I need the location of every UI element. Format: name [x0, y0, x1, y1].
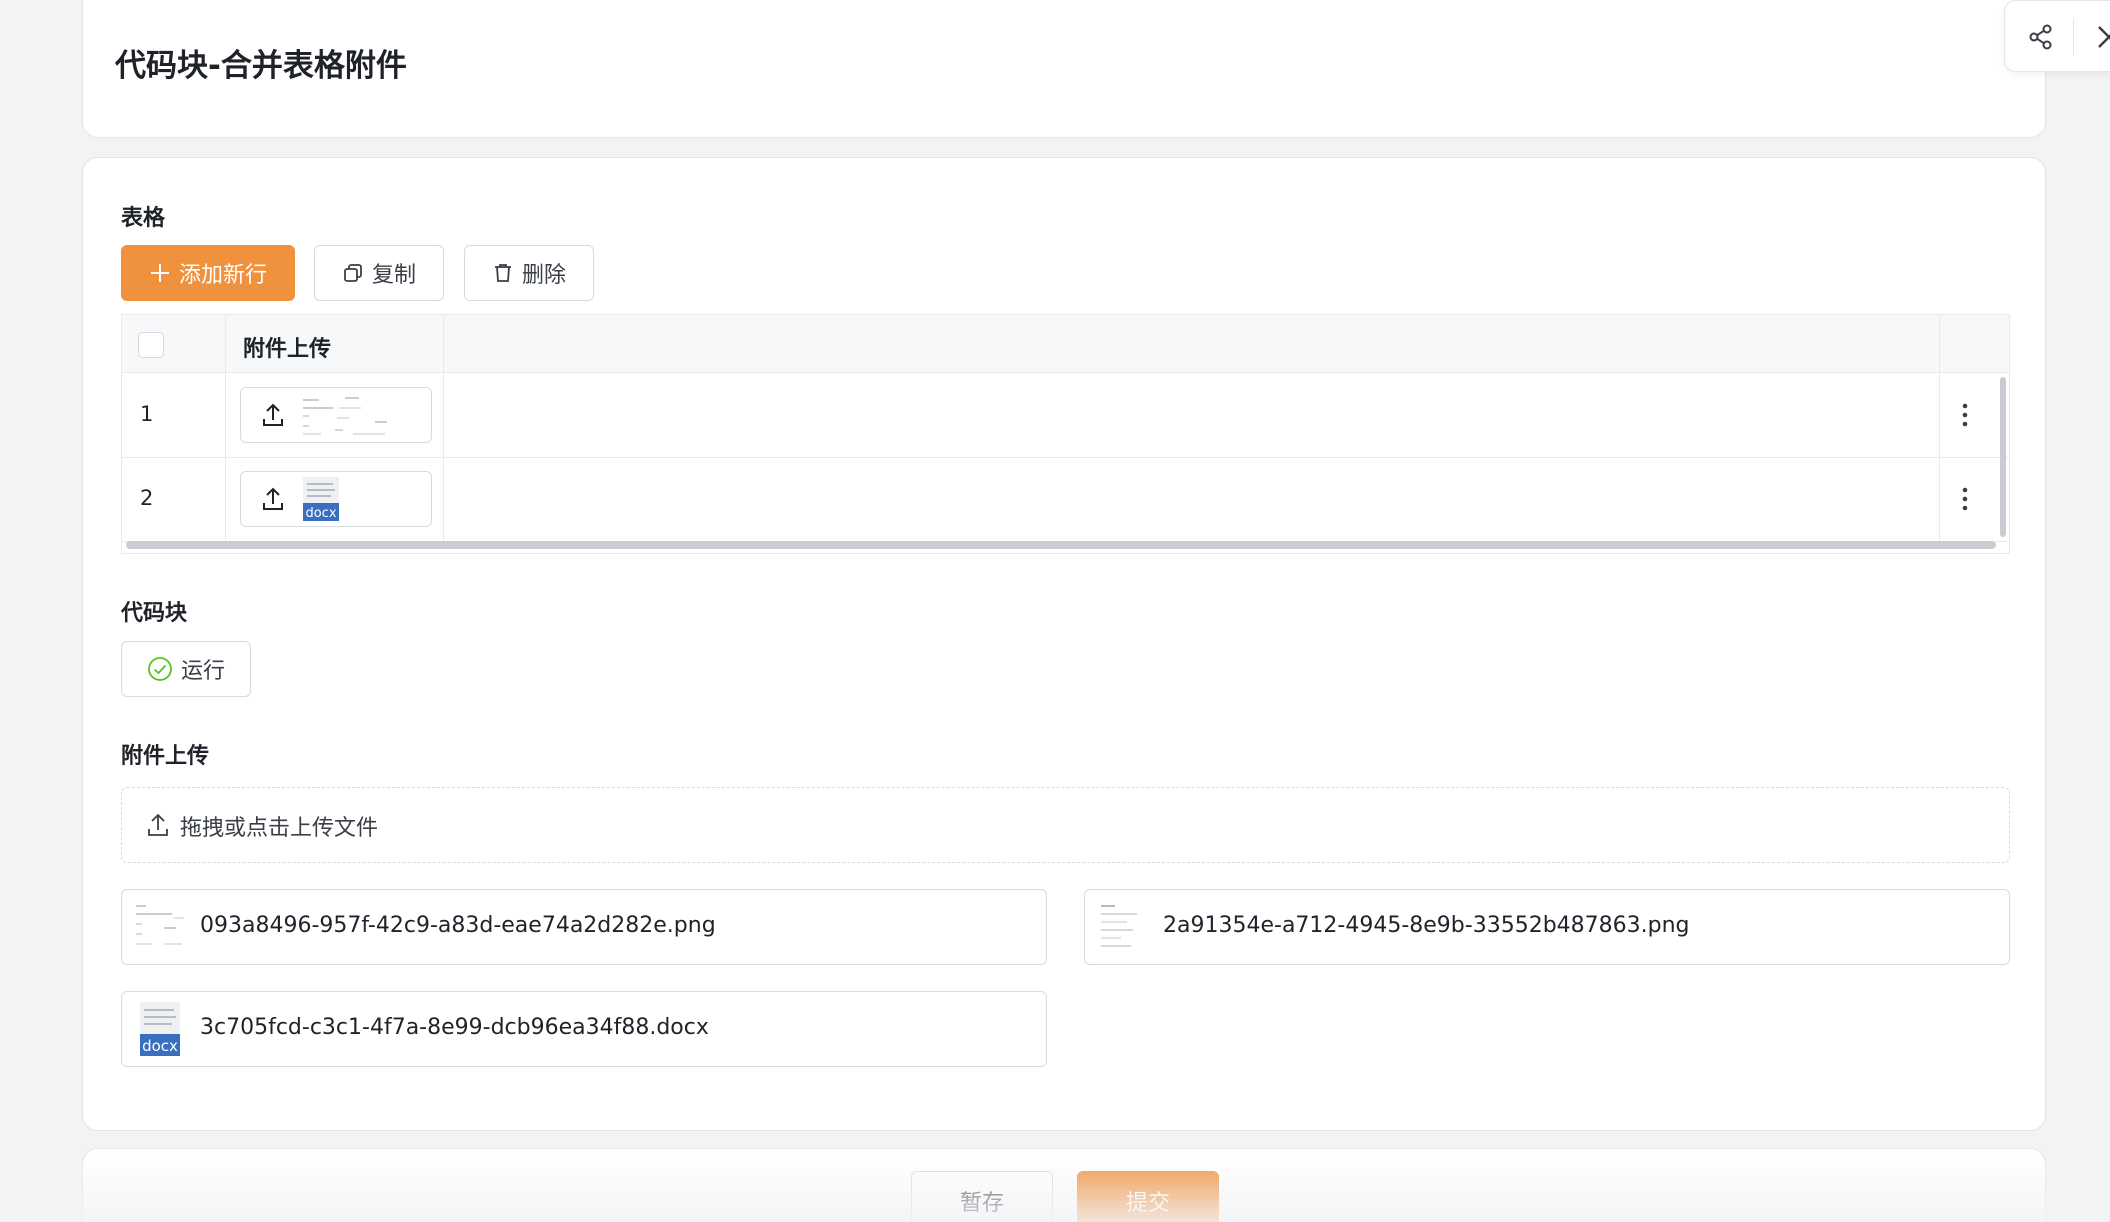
file-name: 093a8496-957f-42c9-a83d-eae74a2d282e.png — [200, 913, 716, 938]
attachment-table: 附件上传 1 2 docx — [121, 314, 2010, 554]
file-dropzone[interactable]: 拖拽或点击上传文件 — [121, 787, 2010, 863]
form-card: 表格 添加新行 复制 删除 附件上传 1 2 docx 代码块 运行 附件上传 … — [82, 157, 2046, 1131]
uploaded-file-item[interactable]: 2a91354e-a712-4945-8e9b-33552b487863.png — [1084, 889, 2010, 965]
more-vertical-icon[interactable] — [1960, 400, 1970, 430]
table-vertical-scrollbar[interactable] — [2000, 377, 2006, 537]
trash-icon — [494, 264, 511, 282]
upload-icon — [148, 813, 168, 836]
file-name: 2a91354e-a712-4945-8e9b-33552b487863.png — [1163, 913, 1690, 938]
uploaded-file-item[interactable]: docx 3c705fcd-c3c1-4f7a-8e99-dcb96ea34f8… — [121, 991, 1047, 1067]
upload-section-label: 附件上传 — [121, 744, 210, 769]
add-row-label: 添加新行 — [178, 263, 267, 288]
delete-button[interactable]: 删除 — [464, 245, 594, 301]
save-draft-button[interactable]: 暂存 — [911, 1171, 1053, 1222]
table-row: 1 — [122, 374, 2009, 458]
upload-icon[interactable] — [261, 486, 285, 512]
row-index: 2 — [140, 486, 154, 510]
column-header-attachment: 附件上传 — [243, 337, 332, 362]
row-index: 1 — [140, 402, 154, 426]
delete-label: 删除 — [521, 263, 566, 288]
docx-badge-text: docx — [142, 1037, 178, 1055]
run-button[interactable]: 运行 — [121, 641, 251, 697]
table-horizontal-scrollbar[interactable] — [126, 541, 1996, 549]
dropzone-text: 拖拽或点击上传文件 — [180, 816, 379, 841]
docx-badge-text: docx — [305, 506, 336, 521]
docx-file-icon[interactable]: docx — [134, 1002, 186, 1056]
close-icon[interactable] — [2093, 21, 2110, 53]
plus-icon — [150, 264, 169, 282]
submit-button[interactable]: 提交 — [1077, 1171, 1219, 1222]
image-thumbnail[interactable] — [299, 394, 391, 438]
copy-icon — [344, 264, 362, 282]
table-header: 附件上传 — [122, 315, 2009, 373]
select-all-checkbox[interactable] — [138, 332, 164, 358]
title-card: 代码块-合并表格附件 — [82, 0, 2046, 138]
upload-icon[interactable] — [261, 402, 285, 428]
page-title: 代码块-合并表格附件 — [115, 48, 407, 84]
footer-bar: 暂存 提交 — [82, 1148, 2046, 1222]
header-actions — [2004, 0, 2110, 72]
docx-file-icon[interactable]: docx — [303, 477, 339, 521]
image-thumbnail[interactable] — [134, 900, 186, 954]
add-row-button[interactable]: 添加新行 — [121, 245, 295, 301]
image-thumbnail[interactable] — [1097, 900, 1149, 954]
file-name: 3c705fcd-c3c1-4f7a-8e99-dcb96ea34f88.doc… — [200, 1015, 709, 1040]
code-section-label: 代码块 — [121, 601, 188, 626]
copy-label: 复制 — [371, 263, 416, 288]
header-actions-divider — [2073, 19, 2074, 55]
row-upload-field[interactable] — [240, 387, 432, 443]
uploaded-file-item[interactable]: 093a8496-957f-42c9-a83d-eae74a2d282e.png — [121, 889, 1047, 965]
run-label: 运行 — [180, 659, 225, 684]
table-section-label: 表格 — [121, 206, 166, 231]
more-vertical-icon[interactable] — [1960, 484, 1970, 514]
table-row: 2 docx — [122, 458, 2009, 542]
share-icon[interactable] — [2027, 23, 2055, 51]
copy-button[interactable]: 复制 — [314, 245, 444, 301]
row-upload-field[interactable]: docx — [240, 471, 432, 527]
check-circle-icon — [148, 657, 172, 681]
